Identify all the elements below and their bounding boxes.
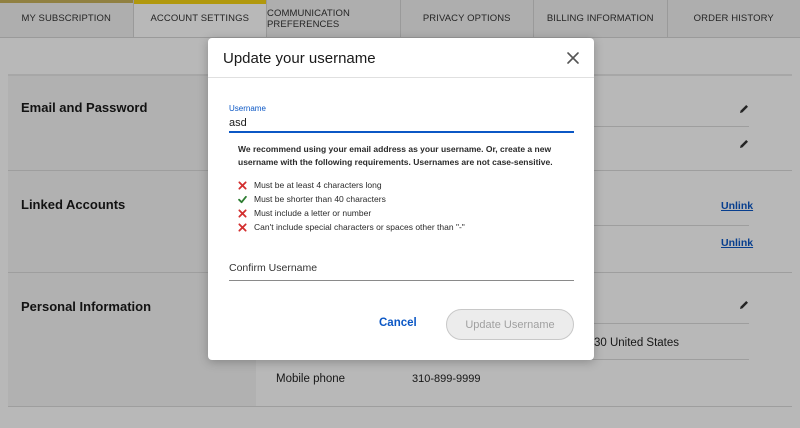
- update-username-modal: Update your username Username We recomme…: [208, 38, 594, 360]
- requirement-text: Must include a letter or number: [254, 208, 372, 218]
- close-icon[interactable]: [565, 50, 581, 66]
- modal-header: Update your username: [208, 38, 594, 78]
- requirement-item: Must be at least 4 characters long: [238, 179, 382, 191]
- requirement-text: Must be shorter than 40 characters: [254, 194, 386, 204]
- confirm-username-underline: [229, 280, 574, 281]
- fail-x-icon: [238, 208, 247, 218]
- username-label: Username: [229, 104, 266, 113]
- requirement-item: Must be shorter than 40 characters: [238, 193, 386, 205]
- requirement-text: Must be at least 4 characters long: [254, 180, 382, 190]
- confirm-username-field[interactable]: Confirm Username: [229, 262, 317, 274]
- modal-title: Update your username: [223, 50, 376, 67]
- fail-x-icon: [238, 222, 247, 232]
- cancel-button[interactable]: Cancel: [379, 317, 417, 329]
- requirement-item: Must include a letter or number: [238, 207, 371, 219]
- username-hint: We recommend using your email address as…: [238, 144, 553, 167]
- fail-x-icon: [238, 180, 247, 190]
- username-input[interactable]: [229, 114, 574, 133]
- requirement-text: Can't include special characters or spac…: [254, 222, 465, 232]
- requirement-item: Can't include special characters or spac…: [238, 221, 465, 233]
- pass-check-icon: [238, 195, 247, 203]
- update-username-button[interactable]: Update Username: [446, 309, 574, 340]
